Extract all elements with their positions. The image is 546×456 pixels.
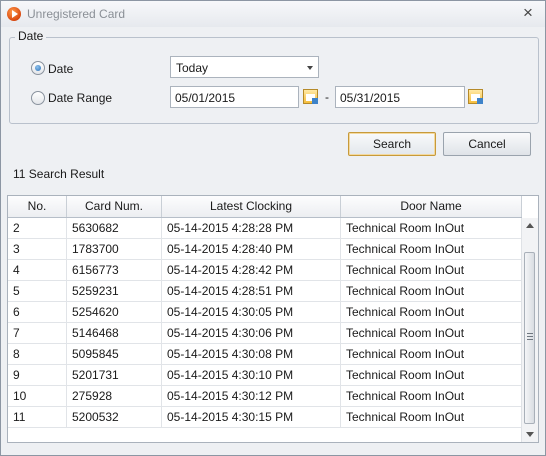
cell-no: 3 <box>8 239 67 259</box>
results-table[interactable]: No. Card Num. Latest Clocking Door Name … <box>7 195 539 443</box>
header-card-num[interactable]: Card Num. <box>67 196 162 217</box>
table-row[interactable]: 7 5146468 05-14-2015 4:30:06 PM Technical R… <box>8 323 522 344</box>
grip-icon <box>527 333 533 340</box>
cell-card-num: 5146468 <box>67 323 162 343</box>
cell-card-num: 5095845 <box>67 344 162 364</box>
table-row[interactable]: 3 1783700 05-14-2015 4:28:40 PM Technical R… <box>8 239 522 260</box>
cell-door-name: Technical Room InOut <box>341 407 522 427</box>
scroll-up-icon[interactable] <box>526 223 534 228</box>
cell-latest-clocking: 05-14-2015 4:30:08 PM <box>162 344 341 364</box>
cell-no: 5 <box>8 281 67 301</box>
search-button[interactable]: Search <box>348 132 436 156</box>
date-radio[interactable] <box>31 61 45 75</box>
range-separator: - <box>325 90 329 104</box>
cell-card-num: 5201731 <box>67 365 162 385</box>
unregistered-card-window: Unregistered Card × Date Date Date Range… <box>0 0 546 456</box>
header-door-name[interactable]: Door Name <box>341 196 522 217</box>
range-to-field[interactable]: 05/31/2015 <box>335 86 465 108</box>
date-radio-label[interactable]: Date <box>48 62 73 76</box>
table-row[interactable]: 2 5630682 05-14-2015 4:28:28 PM Technical R… <box>8 218 522 239</box>
cell-door-name: Technical Room InOut <box>341 302 522 322</box>
window-title: Unregistered Card <box>27 7 126 21</box>
date-group-label: Date <box>15 29 47 43</box>
cell-no: 7 <box>8 323 67 343</box>
cell-door-name: Technical Room InOut <box>341 386 522 406</box>
date-preset-value: Today <box>176 61 209 75</box>
cell-card-num: 5200532 <box>67 407 162 427</box>
cell-card-num: 5630682 <box>67 218 162 238</box>
cell-latest-clocking: 05-14-2015 4:28:51 PM <box>162 281 341 301</box>
calendar-icon[interactable] <box>303 89 318 104</box>
cell-no: 6 <box>8 302 67 322</box>
close-icon[interactable]: × <box>519 3 537 23</box>
cell-card-num: 275928 <box>67 386 162 406</box>
header-latest-clocking[interactable]: Latest Clocking <box>162 196 341 217</box>
cell-latest-clocking: 05-14-2015 4:30:05 PM <box>162 302 341 322</box>
date-group-box <box>9 37 539 124</box>
date-preset-select[interactable]: Today <box>170 56 319 78</box>
cell-card-num: 5254620 <box>67 302 162 322</box>
table-row[interactable]: 10 275928 05-14-2015 4:30:12 PM Technical R… <box>8 386 522 407</box>
date-range-radio-label[interactable]: Date Range <box>48 91 112 105</box>
table-header: No. Card Num. Latest Clocking Door Name <box>8 196 522 218</box>
cell-latest-clocking: 05-14-2015 4:30:06 PM <box>162 323 341 343</box>
app-icon <box>7 7 21 21</box>
cell-no: 2 <box>8 218 67 238</box>
cell-door-name: Technical Room InOut <box>341 281 522 301</box>
table-row[interactable]: 6 5254620 05-14-2015 4:30:05 PM Technical R… <box>8 302 522 323</box>
cell-door-name: Technical Room InOut <box>341 218 522 238</box>
table-row[interactable]: 9 5201731 05-14-2015 4:30:10 PM Technical R… <box>8 365 522 386</box>
scroll-thumb[interactable] <box>524 252 535 424</box>
cell-door-name: Technical Room InOut <box>341 239 522 259</box>
scroll-down-icon[interactable] <box>526 432 534 437</box>
range-from-field[interactable]: 05/01/2015 <box>170 86 299 108</box>
cell-door-name: Technical Room InOut <box>341 260 522 280</box>
table-row[interactable]: 8 5095845 05-14-2015 4:30:08 PM Technical R… <box>8 344 522 365</box>
date-range-radio[interactable] <box>31 91 45 105</box>
cell-card-num: 5259231 <box>67 281 162 301</box>
header-no[interactable]: No. <box>8 196 67 217</box>
range-to-value: 05/31/2015 <box>340 91 401 105</box>
table-row[interactable]: 4 6156773 05-14-2015 4:28:42 PM Technical R… <box>8 260 522 281</box>
title-bar: Unregistered Card × <box>1 1 545 27</box>
cell-no: 9 <box>8 365 67 385</box>
cell-latest-clocking: 05-14-2015 4:28:40 PM <box>162 239 341 259</box>
cell-latest-clocking: 05-14-2015 4:28:28 PM <box>162 218 341 238</box>
cell-latest-clocking: 05-14-2015 4:30:10 PM <box>162 365 341 385</box>
cell-card-num: 6156773 <box>67 260 162 280</box>
cancel-button[interactable]: Cancel <box>443 132 531 156</box>
cell-latest-clocking: 05-14-2015 4:28:42 PM <box>162 260 341 280</box>
result-count: 11 Search Result <box>13 167 105 181</box>
calendar-icon[interactable] <box>468 89 483 104</box>
cell-no: 4 <box>8 260 67 280</box>
cell-door-name: Technical Room InOut <box>341 344 522 364</box>
cell-no: 11 <box>8 407 67 427</box>
chevron-down-icon[interactable] <box>307 66 313 70</box>
range-from-value: 05/01/2015 <box>175 91 236 105</box>
cell-no: 10 <box>8 386 67 406</box>
cell-no: 8 <box>8 344 67 364</box>
vertical-scrollbar[interactable] <box>521 218 538 442</box>
cell-door-name: Technical Room InOut <box>341 323 522 343</box>
table-row[interactable]: 11 5200532 05-14-2015 4:30:15 PM Technical … <box>8 407 522 428</box>
cell-door-name: Technical Room InOut <box>341 365 522 385</box>
cell-card-num: 1783700 <box>67 239 162 259</box>
cell-latest-clocking: 05-14-2015 4:30:12 PM <box>162 386 341 406</box>
table-row[interactable]: 5 5259231 05-14-2015 4:28:51 PM Technical R… <box>8 281 522 302</box>
cell-latest-clocking: 05-14-2015 4:30:15 PM <box>162 407 341 427</box>
